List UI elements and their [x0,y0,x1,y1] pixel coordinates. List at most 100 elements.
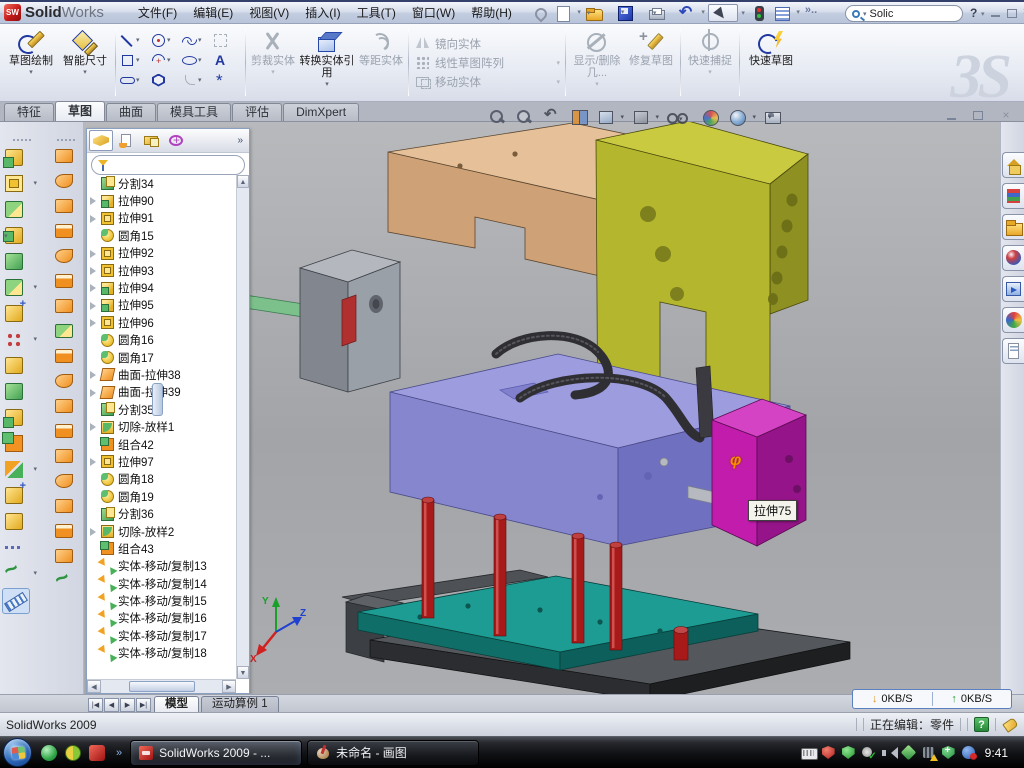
feature-tree-item[interactable]: 组合43 [87,540,236,557]
revolved-surface-icon[interactable] [52,171,76,191]
extruded-surface-icon[interactable] [52,146,76,166]
select-icon[interactable] [708,4,738,22]
move-copy-body-icon[interactable] [2,458,26,481]
untrim-surface-icon[interactable] [52,446,76,466]
surface-fillet-icon[interactable] [52,371,76,391]
feature-tree-item[interactable]: 拉伸95 [87,297,236,314]
ribbon-tab[interactable]: 草图 [55,101,105,121]
overflow-icon[interactable] [803,4,823,22]
polygon-tool-button[interactable] [150,71,180,89]
search-caret-icon[interactable]: ▾ [863,10,867,18]
feature-tree-item[interactable]: 分割34 [87,175,236,192]
rebuild-icon[interactable] [749,4,769,22]
ribbon-tab[interactable]: 特征 [4,103,54,121]
feature-manager-tab-icon[interactable] [89,130,113,151]
solidworks-quick-icon[interactable] [88,744,106,762]
view-settings-icon[interactable] [763,108,783,126]
rib-icon[interactable] [2,380,26,403]
taskbar-window-button[interactable]: 未命名 - 画图 [307,740,479,766]
pin-icon[interactable] [530,4,550,22]
ribbon-tab[interactable]: DimXpert [283,103,359,121]
toolbar-grip[interactable] [57,139,75,142]
offset-surface-icon[interactable] [52,271,76,291]
slot-tool-button[interactable]: ▾ [119,71,149,89]
antivirus-icon[interactable] [821,745,836,760]
edit-appearance-icon[interactable] [701,108,721,126]
scroll-down-icon[interactable]: ▼ [237,666,249,679]
scroll-up-icon[interactable]: ▲ [237,175,249,188]
boss-extrude-icon[interactable] [2,146,26,169]
feature-tree-item[interactable]: 曲面-拉伸38 [87,366,236,383]
spline-tool-button[interactable]: ▾ [181,31,211,49]
custom-properties-icon[interactable] [1002,338,1024,364]
scroll-right-icon[interactable]: ▶ [222,680,236,693]
lofted-boss-icon[interactable] [2,250,26,273]
part-side-block-extrude75[interactable] [712,399,806,546]
feature-tree-item[interactable]: 拉伸90 [87,192,236,209]
motion-study-tab[interactable]: 运动算例 1 [201,696,279,712]
filled-surface-icon[interactable] [52,321,76,341]
spline-tool-icon[interactable] [2,562,26,585]
model-tab[interactable]: 模型 [154,696,199,712]
property-manager-tab-icon[interactable] [114,130,138,151]
save-icon[interactable] [615,4,635,22]
menu-item[interactable]: 帮助(H) [463,4,520,21]
menu-item[interactable]: 视图(V) [241,4,297,21]
feature-tree-item[interactable]: 圆角17 [87,349,236,366]
view-palette-icon[interactable] [1002,276,1024,302]
ribbon-tab[interactable]: 模具工具 [157,103,231,121]
smart-dimension-caret-icon[interactable]: ▾ [83,68,87,76]
clock[interactable]: 9:41 [981,746,1016,760]
network-warning-icon[interactable] [921,745,936,760]
mirror-bodies-icon[interactable] [2,354,26,377]
linear-pattern-icon[interactable] [2,328,26,351]
combine-icon[interactable] [2,432,26,455]
volume-icon[interactable] [881,745,896,760]
feature-tree-item[interactable]: 圆角15 [87,227,236,244]
feature-tree-item[interactable]: 拉伸92 [87,245,236,262]
panel-expand-chevron-icon[interactable]: » [237,135,247,146]
feature-tree-item[interactable]: 实体-移动/复制15 [87,592,236,609]
feature-tree-item[interactable]: 实体-移动/复制16 [87,610,236,627]
feature-tree-item[interactable]: 分割36 [87,505,236,522]
help-button[interactable]: ? [970,6,977,20]
menu-item[interactable]: 插入(I) [297,4,348,21]
dimxpert-manager-tab-icon[interactable] [164,130,188,151]
search-icon[interactable] [1002,245,1024,271]
menu-item[interactable]: 工具(T) [349,4,404,21]
feature-tree-item[interactable]: 切除-放样2 [87,523,236,540]
configuration-manager-tab-icon[interactable] [139,130,163,151]
feature-tree-item[interactable]: 拉伸97 [87,453,236,470]
thicken-icon[interactable] [52,471,76,491]
swept-surface-icon[interactable] [52,196,76,216]
doc-restore-button[interactable] [970,108,990,123]
tab-scroll-left-icon[interactable]: ◀ [104,698,119,712]
hole-wizard-icon[interactable] [2,302,26,325]
feature-tree-item[interactable]: 圆角18 [87,471,236,488]
feature-tree-item[interactable]: 组合42 [87,436,236,453]
rectangle-tool-button[interactable]: ▾ [119,51,149,69]
smart-dimension-button[interactable]: 智能尺寸 ▾ [58,26,112,99]
feature-tree-item[interactable]: 圆角16 [87,332,236,349]
menu-item[interactable]: 编辑(E) [185,4,241,21]
appearances-icon[interactable] [1002,307,1024,333]
tab-scroll-first-icon[interactable]: |◀ [88,698,103,712]
display-style-icon[interactable] [631,108,651,126]
feature-tree-item[interactable]: 实体-移动/复制14 [87,575,236,592]
boundary-surface-icon[interactable] [52,246,76,266]
sketch-button[interactable]: 草图绘制 ▾ [4,26,58,99]
minimize-button[interactable] [988,6,1004,20]
tag-icon[interactable] [1002,718,1018,732]
restore-button[interactable] [1004,6,1020,20]
search-box[interactable]: ▾ Solic [845,5,963,22]
menu-item[interactable]: 窗口(W) [404,4,463,21]
zoom-fit-icon[interactable] [488,108,508,126]
undo-icon[interactable] [677,4,697,22]
feature-tree-item[interactable]: 实体-移动/复制13 [87,558,236,575]
menu-item[interactable]: 文件(F) [130,4,185,21]
messenger-quick-icon[interactable] [40,744,58,762]
split-icon[interactable] [2,406,26,429]
zoom-area-icon[interactable] [515,108,535,126]
health-shield-icon[interactable] [941,745,956,760]
toolbar-grip[interactable] [13,139,31,142]
